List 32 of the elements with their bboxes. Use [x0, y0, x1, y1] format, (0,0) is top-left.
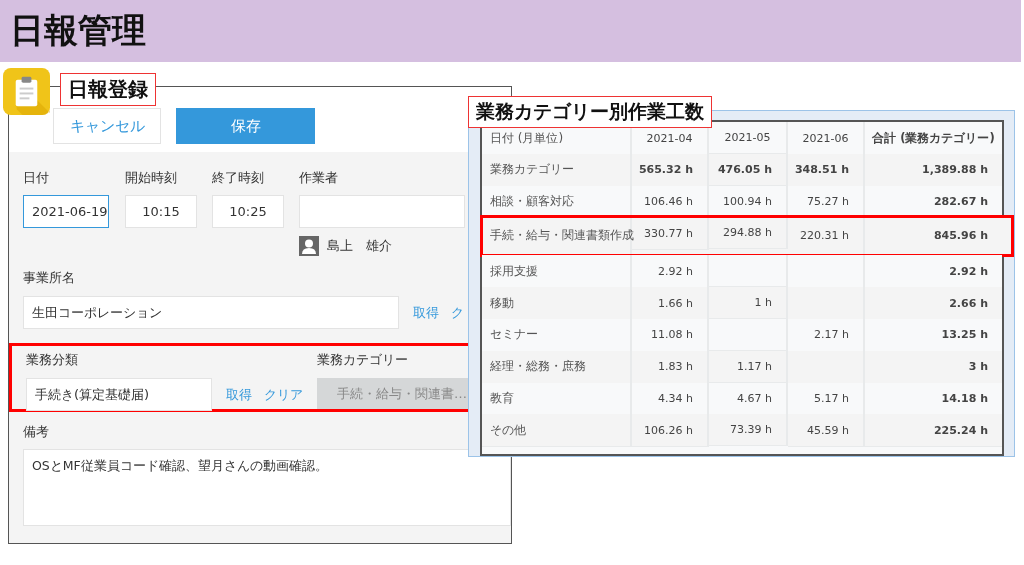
link[interactable]: クリア [264, 385, 303, 404]
input-field[interactable]: 2021-06-19 [23, 195, 109, 228]
field-label: 業務カテゴリー [317, 352, 408, 369]
table-cell: その他 [482, 414, 632, 448]
link[interactable]: ク [451, 303, 464, 322]
user-name: 島上 雄介 [327, 237, 392, 255]
table-cell: 225.24 h [865, 414, 1002, 448]
callout-label: 日報登録 [60, 73, 156, 106]
worker-field[interactable] [299, 195, 465, 228]
field-label: 業務分類 [26, 352, 78, 369]
field-label: 備考 [23, 424, 49, 441]
input-field[interactable]: 手続き(算定基礎届) [26, 378, 212, 411]
cancel-button[interactable]: キャンセル [53, 108, 161, 144]
field-label: 作業者 [299, 170, 338, 187]
field-label: 終了時刻 [212, 170, 264, 187]
user-icon [299, 236, 319, 256]
table-cell: 45.59 h [788, 414, 865, 448]
notes-field[interactable]: OSとMF従業員コード確認、望月さんの動画確認。 [23, 449, 511, 526]
table-cell: 106.26 h [632, 414, 709, 448]
link[interactable]: 取得 [226, 385, 252, 404]
field-label: 事業所名 [23, 270, 75, 287]
page-title: 日報管理 [10, 9, 146, 52]
save-button[interactable]: 保存 [176, 108, 315, 144]
input-field[interactable]: 10:25 [212, 195, 284, 228]
link[interactable]: 取得 [413, 303, 439, 322]
table-cell: 73.39 h [709, 414, 788, 447]
input-field[interactable]: 10:15 [125, 195, 197, 228]
input-field[interactable]: 生田コーポレーション [23, 296, 399, 329]
table-cell: 294.88 h [709, 217, 788, 250]
field-label: 日付 [23, 170, 49, 187]
callout-label: 業務カテゴリー別作業工数 [468, 96, 712, 128]
field-label: 開始時刻 [125, 170, 177, 187]
